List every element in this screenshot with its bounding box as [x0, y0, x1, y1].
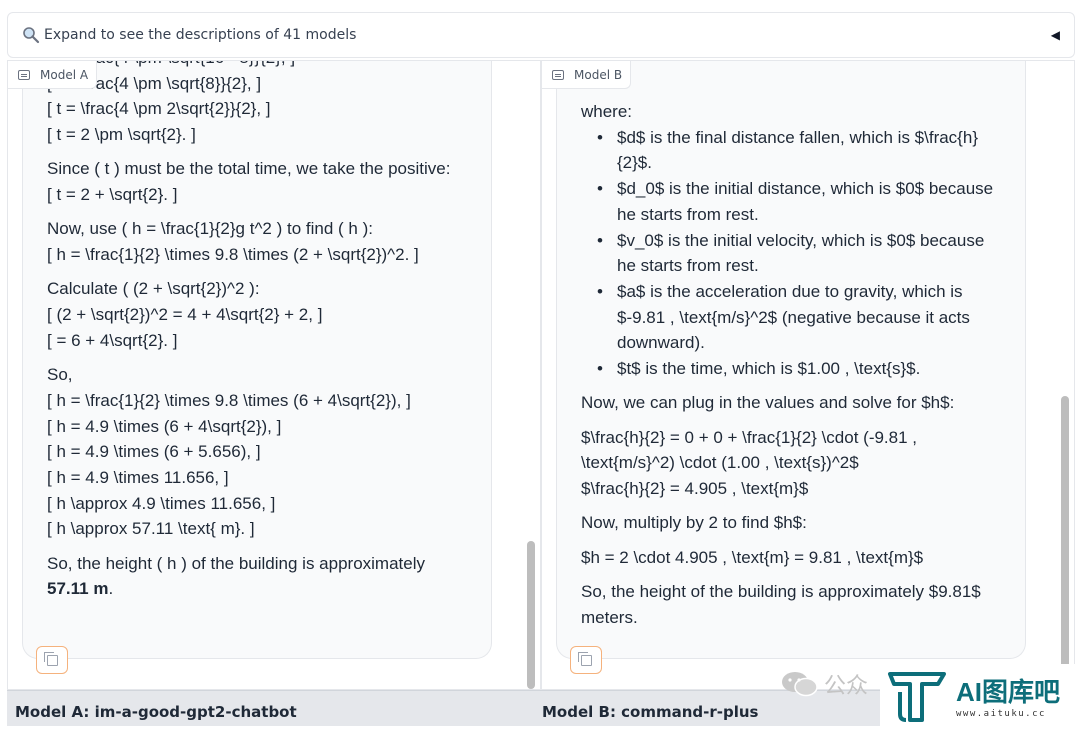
- model-a-name: Model A: im-a-good-gpt2-chatbot: [15, 703, 297, 721]
- message-line: he starts from rest.: [617, 256, 759, 276]
- definitions-list: $d$ is the final distance fallen, which …: [581, 125, 1021, 382]
- message-paragraph: Now, we can plug in the values and solve…: [581, 390, 1021, 416]
- scrollbar-thumb[interactable]: [527, 541, 535, 689]
- message-line: [ t = \frac{4 \pm \sqrt{16 - 8}}{2}, ]: [47, 61, 487, 71]
- message-line: [ = 6 + 4\sqrt{2}. ]: [47, 330, 178, 350]
- message-paragraph: So, the height of the building is approx…: [581, 579, 1021, 630]
- message-line: Now, use ( h = \frac{1}{2}g t^2 ) to fin…: [47, 219, 373, 239]
- message-line: $v_0$ is the initial velocity, which is …: [617, 230, 985, 250]
- message-line: .: [108, 579, 114, 599]
- message-paragraph: Now, multiply by 2 to find $h$:: [581, 510, 1021, 536]
- message-line: [ h = \frac{1}{2} \times 9.8 \times (6 +…: [47, 390, 411, 410]
- message-line: $\frac{h}{2} = 0 + 0 + \frac{1}{2} \cdot…: [581, 427, 918, 447]
- logo-title: AI图库吧: [956, 677, 1061, 707]
- copy-button[interactable]: [36, 646, 68, 674]
- message-paragraph: So, [ h = \frac{1}{2} \times 9.8 \times (…: [47, 362, 487, 542]
- message-line: [ t = 2 + \sqrt{2}. ]: [47, 185, 178, 205]
- message-line: [ t = \frac{4 \pm \sqrt{8}}{2}, ]: [47, 73, 262, 93]
- magnifier-icon: [22, 26, 40, 44]
- message-paragraph: $h = 2 \cdot 4.905 , \text{m} = 9.81 , \…: [581, 545, 1021, 571]
- message-line: \text{m/s}^2) \cdot (1.00 , \text{s})^2$: [581, 453, 859, 473]
- model-b-tab-label: Model B: [574, 67, 623, 82]
- model-b-message: where: $d$ is the final distance fallen, …: [556, 61, 1026, 659]
- logo-mark-icon: [886, 666, 948, 730]
- chat-icon: [18, 69, 30, 80]
- watermark-text: 公众: [824, 674, 869, 699]
- aituku-logo: AI图库吧 www.aituku.cc: [880, 664, 1080, 732]
- message-line: where:: [581, 102, 633, 121]
- message-line: meters.: [581, 607, 638, 627]
- message-line: $d_0$ is the initial distance, which is …: [617, 179, 994, 199]
- message-line: Calculate ( (2 + \sqrt{2})^2 ):: [47, 279, 260, 299]
- message-line: $\frac{h}{2} = 4.905 , \text{m}$: [581, 479, 809, 499]
- message-line: Now, multiply by 2 to find $h$:: [581, 513, 807, 533]
- wechat-icon: [780, 669, 820, 699]
- message-line: [ h \approx 57.11 \text{ m}. ]: [47, 519, 255, 539]
- scrollbar-thumb[interactable]: [1061, 396, 1069, 686]
- message-paragraph: So, the height ( h ) of the building is …: [47, 551, 487, 602]
- message-paragraph: [ t = \frac{4 \pm \sqrt{16 - 8}}{2}, ] [ …: [47, 61, 487, 148]
- model-a-tab: Model A: [8, 61, 98, 89]
- wechat-watermark: 公众: [780, 668, 868, 700]
- model-b-chat-panel[interactable]: Model B where: $d$ is the final distance …: [541, 60, 1075, 690]
- copy-button[interactable]: [570, 646, 602, 674]
- message-line: So, the height ( h ) of the building is …: [47, 553, 425, 573]
- message-line: he starts from rest.: [617, 204, 759, 224]
- message-line: $t$ is the time, which is $1.00 , \text{…: [617, 359, 921, 379]
- message-line: $a$ is the acceleration due to gravity, …: [617, 281, 963, 301]
- message-line: downward).: [617, 333, 705, 353]
- model-a-message: [ t = \frac{4 \pm \sqrt{16 - 8}}{2}, ] [ …: [22, 61, 492, 659]
- message-line: So, the height of the building is approx…: [581, 581, 981, 601]
- message-paragraph: Calculate ( (2 + \sqrt{2})^2 ): [ (2 + \s…: [47, 276, 487, 353]
- message-line: [ h = 4.9 \times (6 + 5.656), ]: [47, 442, 261, 462]
- list-item: $t$ is the time, which is $1.00 , \text{…: [597, 356, 1021, 382]
- copy-icon: [577, 651, 592, 666]
- logo-url: www.aituku.cc: [956, 709, 1046, 719]
- message-paragraph: Now, use ( h = \frac{1}{2}g t^2 ) to fin…: [47, 216, 487, 267]
- model-b-tab: Model B: [542, 61, 632, 89]
- message-line: $h = 2 \cdot 4.905 , \text{m} = 9.81 , \…: [581, 547, 924, 567]
- message-line: [ h = 4.9 \times 11.656, ]: [47, 467, 229, 487]
- message-line: [ h \approx 4.9 \times 11.656, ]: [47, 493, 276, 513]
- copy-icon: [43, 651, 58, 666]
- triangle-left-icon[interactable]: ◀: [1051, 28, 1060, 42]
- answer-value: 57.11 m: [47, 579, 109, 599]
- model-a-tab-label: Model A: [40, 67, 89, 82]
- message-paragraph: $\frac{h}{2} = 0 + 0 + \frac{1}{2} \cdot…: [581, 425, 1021, 502]
- message-line: Since ( t ) must be the total time, we t…: [47, 159, 451, 179]
- message-line: [ t = 2 \pm \sqrt{2}. ]: [47, 125, 196, 145]
- accordion-label: Expand to see the descriptions of 41 mod…: [44, 27, 357, 43]
- model-a-chat-panel[interactable]: Model A [ t = \frac{4 \pm \sqrt{16 - 8}}…: [7, 60, 541, 690]
- model-b-name: Model B: command-r-plus: [542, 703, 759, 721]
- message-line: [ h = \frac{1}{2} \times 9.8 \times (2 +…: [47, 245, 419, 265]
- message-line: $-9.81 , \text{m/s}^2$ (negative because…: [617, 307, 970, 327]
- list-item: $d$ is the final distance fallen, which …: [597, 125, 1021, 176]
- message-line: [ t = \frac{4 \pm 2\sqrt{2}}{2}, ]: [47, 99, 271, 119]
- chat-icon: [552, 69, 564, 80]
- message-line: [ h = 4.9 \times (6 + 4\sqrt{2}), ]: [47, 416, 282, 436]
- message-line: {2}$.: [617, 153, 652, 173]
- message-line: [ (2 + \sqrt{2})^2 = 4 + 4\sqrt{2} + 2, …: [47, 305, 323, 325]
- message-line: $d$ is the final distance fallen, which …: [617, 127, 978, 147]
- message-line: Now, we can plug in the values and solve…: [581, 393, 955, 413]
- list-item: $a$ is the acceleration due to gravity, …: [597, 279, 1021, 356]
- message-line: So,: [47, 365, 73, 385]
- model-descriptions-accordion[interactable]: Expand to see the descriptions of 41 mod…: [7, 12, 1075, 58]
- message-paragraph: Since ( t ) must be the total time, we t…: [47, 156, 487, 207]
- list-item: $v_0$ is the initial velocity, which is …: [597, 228, 1021, 279]
- list-item: $d_0$ is the initial distance, which is …: [597, 176, 1021, 227]
